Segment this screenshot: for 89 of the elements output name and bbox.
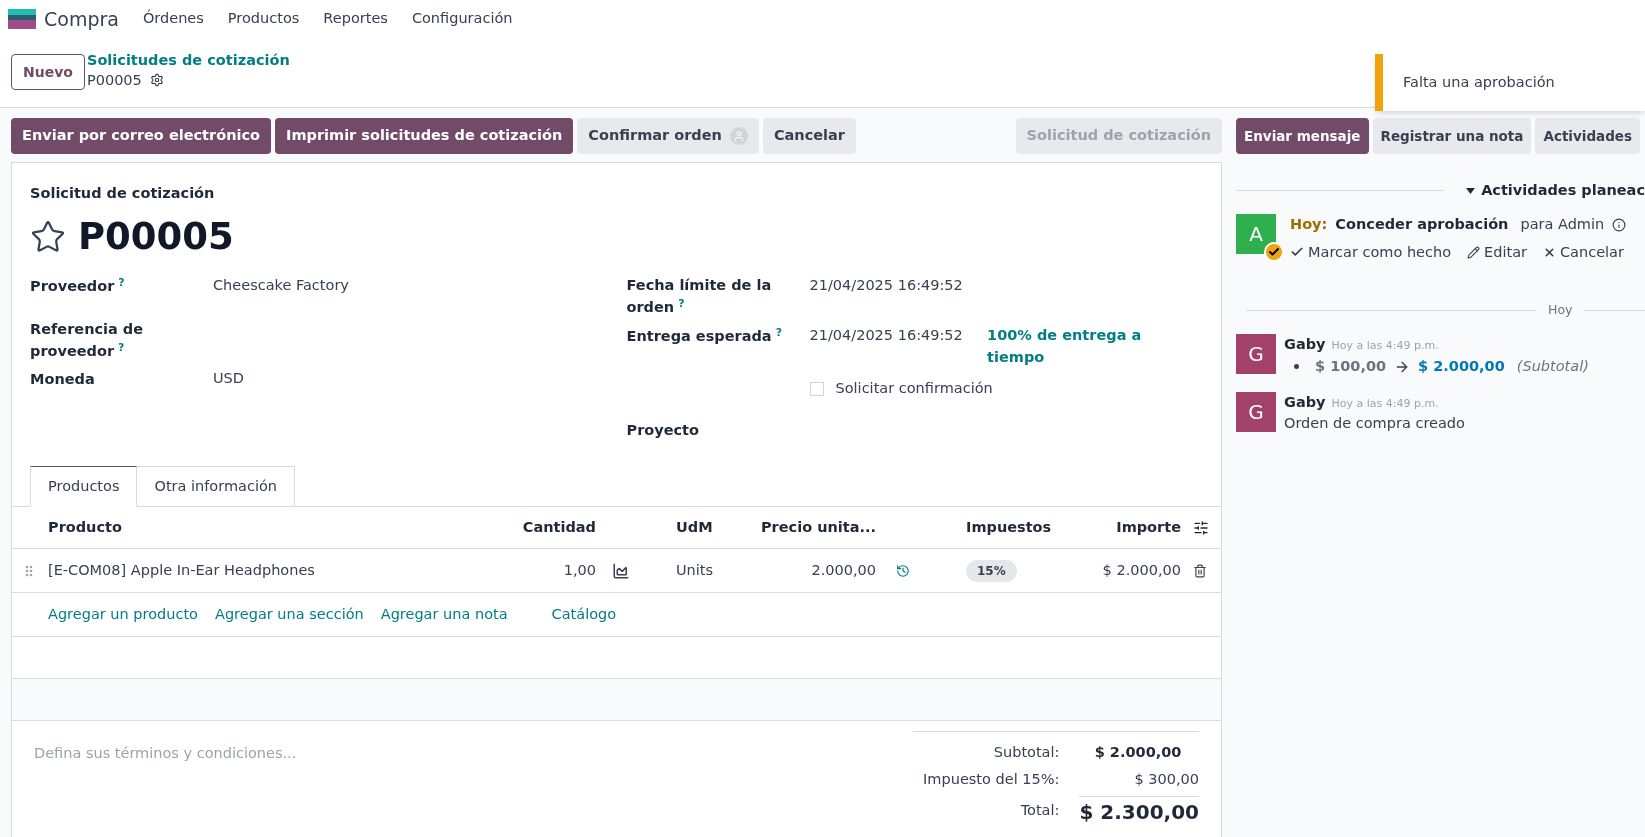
delete-icon[interactable] [1193,563,1207,578]
field-value: 21/04/2025 16:49:52 [809,276,964,296]
menu-item[interactable]: Reportes [323,8,388,30]
tax-tag: 15% [966,559,1017,582]
menu-item[interactable]: Configuración [411,8,513,30]
message-body: Orden de compra creado [1284,414,1465,434]
field-label: Entrega esperada $^{?}$ [626,325,782,347]
add-link[interactable]: Agregar un producto [48,603,198,626]
user-icon [729,127,748,145]
avatar: G [1236,334,1276,374]
field-label: Proyecto [626,421,699,441]
field-value: USD [213,369,244,389]
record-name: P00005 [86,71,142,90]
menu-item[interactable]: Productos [227,8,300,30]
action-button[interactable]: Confirmar orden [577,118,759,154]
field-label: Proveedor $^{?}$ [30,275,125,297]
column-header[interactable]: Impuestos [966,516,1052,539]
new-value: $ 2.000,00 [1418,356,1505,376]
history-icon[interactable] [896,563,910,578]
drag-handle-icon[interactable] [25,564,33,577]
toast-message: Falta una aprobación [1403,72,1555,92]
totals-label: Total: [1019,801,1060,821]
date-separator: Hoy [1547,301,1574,320]
breadcrumb-link[interactable]: Solicitudes de cotización [86,50,290,70]
caret-icon[interactable] [1466,187,1476,194]
info-icon[interactable] [1612,217,1627,232]
field-name: (Subtotal) [1516,356,1589,376]
totals-label: Impuesto del 15%: [922,770,1060,789]
column-header[interactable]: UdM [676,516,713,539]
action-button[interactable]: Imprimir solicitudes de cotización [275,118,574,154]
column-header[interactable]: Cantidad [522,516,596,539]
activity-action[interactable]: Cancelar [1543,241,1624,264]
author-name: Gaby [1284,335,1326,354]
action-button[interactable]: Registrar una nota [1372,118,1532,154]
close-icon [1543,245,1556,259]
action-button[interactable]: Actividades [1535,118,1641,154]
field-label: Moneda [30,370,95,390]
table-cell-text: 1,00 [563,560,596,580]
action-button[interactable]: Cancelar [762,118,856,154]
activity-action[interactable]: Marcar como hecho [1290,241,1452,264]
form-subtitle: Solicitud de cotización [30,184,216,203]
star-icon[interactable] [30,218,66,255]
checkbox-label: Solicitar confirmación [835,379,993,399]
author-name: Gaby [1284,392,1326,412]
avatar: G [1236,391,1276,432]
column-header[interactable]: Producto [48,516,122,539]
pencil-icon [1467,245,1481,259]
avatar: A [1236,213,1276,254]
table-cell-text: $ 2.000,00 [1102,560,1181,580]
checkbox[interactable] [809,382,824,397]
total-value: $ 2.300,00 [1079,795,1199,827]
add-link[interactable]: Agregar una nota [380,603,508,626]
tab[interactable]: Otra información [137,466,295,508]
table-cell-text: Units [676,560,714,580]
activities-toggle[interactable]: Actividades planeac [1481,180,1645,202]
menu-item[interactable]: Órdenes [142,8,204,30]
totals-label: Subtotal: [992,743,1060,763]
field-value: Cheescake Factory [213,276,349,296]
add-link[interactable]: Catálogo [551,603,617,626]
field-label: Referencia de proveedor $^{?}$ [30,320,145,362]
column-settings-icon[interactable] [1193,519,1209,536]
app-logo-icon [8,9,36,29]
table-cell-text: [E-COM08] Apple In-Ear Headphones [48,560,315,580]
message-time: Hoy a las 4:49 p.m. [1331,395,1439,412]
app-name[interactable]: Compra [44,4,119,34]
new-button[interactable]: Nuevo [11,54,85,90]
activity-action[interactable]: Editar [1467,241,1527,264]
column-header[interactable]: Importe [1116,516,1181,539]
check-badge-icon [1264,241,1284,262]
record-title: P00005 [78,213,234,260]
column-header[interactable]: Precio unita... [760,516,876,539]
field-value: 21/04/2025 16:49:52 [809,326,964,346]
activity-title: Conceder aprobación [1335,214,1509,234]
due-label: Hoy: [1290,214,1328,234]
totals-value: $ 2.000,00 [1093,743,1182,763]
field-label: Fecha límite de la orden $^{?}$ [626,276,773,318]
add-link[interactable]: Agregar una sección [215,603,364,626]
action-button[interactable]: Enviar mensaje [1236,118,1369,154]
bullet-icon [1294,364,1299,370]
action-button[interactable]: Enviar por correo electrónico [11,118,271,154]
old-value: $ 100,00 [1315,356,1387,376]
totals-value: $ 300,00 [1133,770,1199,789]
chart-icon[interactable] [612,561,630,580]
settings-icon[interactable] [149,73,164,87]
message-time: Hoy a las 4:49 p.m. [1331,338,1439,354]
tab[interactable]: Productos [30,466,138,508]
on-time-rate: 100% de entrega a tiempo [987,326,1143,368]
assignee: para Admin [1520,214,1605,234]
table-cell-text: 2.000,00 [811,560,876,580]
